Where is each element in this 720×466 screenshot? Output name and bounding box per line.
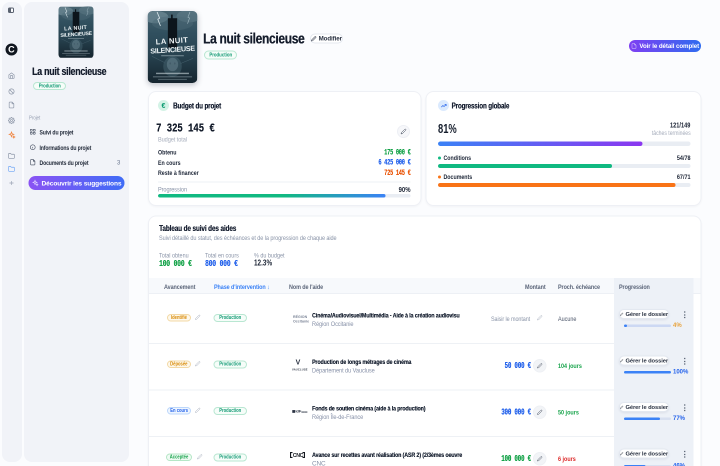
svg-text:CNC: CNC: [293, 453, 304, 459]
